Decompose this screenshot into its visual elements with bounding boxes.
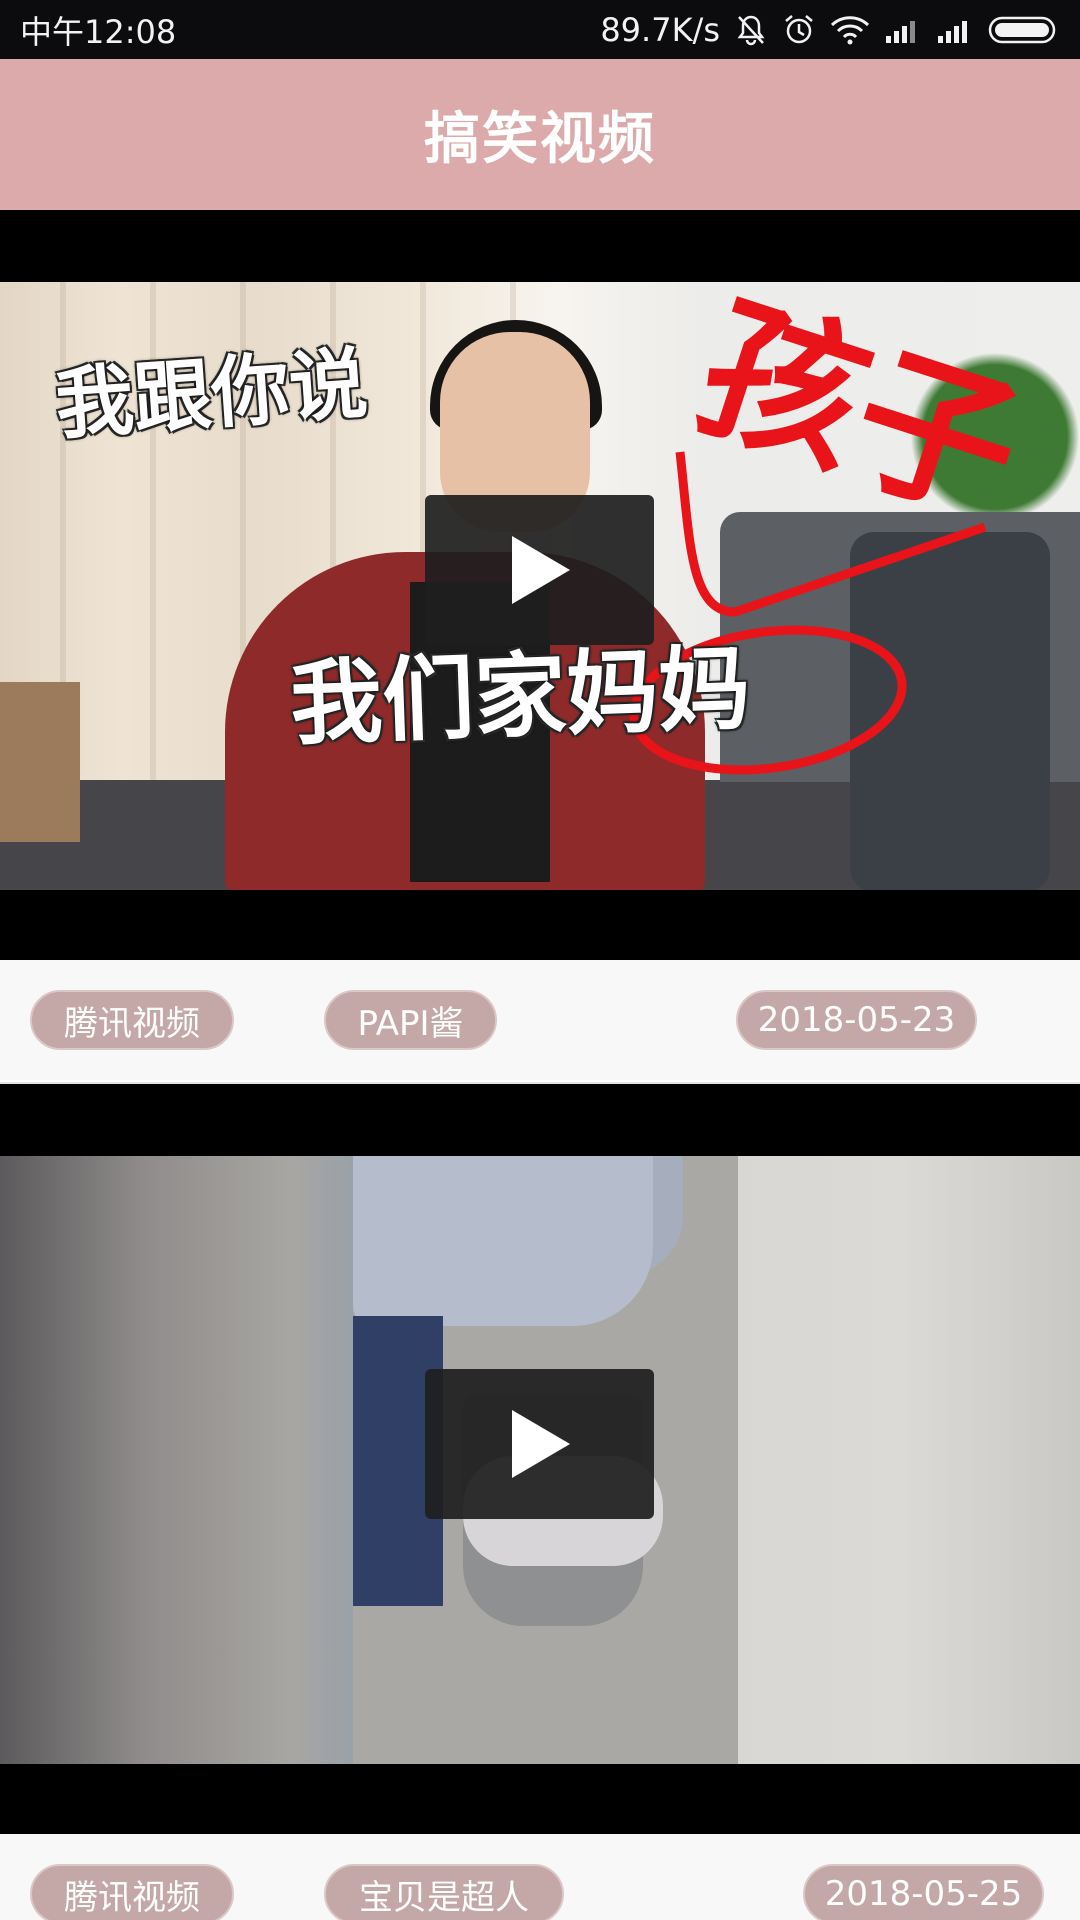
- bell-off-icon: [734, 13, 768, 47]
- page-title: 搞笑视频: [424, 107, 656, 172]
- signal-icon-2: [936, 16, 974, 44]
- play-icon: [511, 1410, 570, 1478]
- video-player-2[interactable]: [0, 1084, 1080, 1834]
- video-player-1[interactable]: 孩子 我跟你说 我们家妈妈: [0, 210, 1080, 960]
- status-icons: 89.7K/s: [600, 11, 1060, 49]
- date-tag[interactable]: 2018-05-23: [736, 990, 977, 1050]
- play-button[interactable]: [425, 1369, 654, 1519]
- source-tag[interactable]: 腾讯视频: [30, 1864, 234, 1920]
- status-bar: 中午12:08 89.7K/s: [0, 0, 1080, 59]
- battery-icon: [988, 15, 1060, 45]
- network-speed: 89.7K/s: [600, 10, 720, 49]
- play-icon: [511, 536, 570, 604]
- overlay-caption-top: 我跟你说: [52, 339, 371, 451]
- screen: 中午12:08 89.7K/s 搞笑视频 孩子 我跟你说 我们家妈妈 腾讯视频 …: [0, 0, 1080, 1920]
- video-info-row-1: 腾讯视频 PAPI酱 2018-05-23: [0, 960, 1080, 1080]
- author-tag[interactable]: PAPI酱: [324, 990, 497, 1050]
- video-info-row-2: 腾讯视频 宝贝是超人 2018-05-25: [0, 1834, 1080, 1920]
- wifi-icon: [830, 15, 870, 45]
- alarm-icon: [782, 13, 816, 47]
- play-button[interactable]: [425, 495, 654, 645]
- date-tag[interactable]: 2018-05-25: [803, 1864, 1044, 1920]
- scribble-text: 孩子: [679, 282, 1041, 549]
- author-tag[interactable]: 宝贝是超人: [324, 1864, 564, 1920]
- app-bar: 搞笑视频: [0, 59, 1080, 210]
- source-tag[interactable]: 腾讯视频: [30, 990, 234, 1050]
- status-time: 中午12:08: [20, 12, 177, 51]
- signal-icon: [884, 16, 922, 44]
